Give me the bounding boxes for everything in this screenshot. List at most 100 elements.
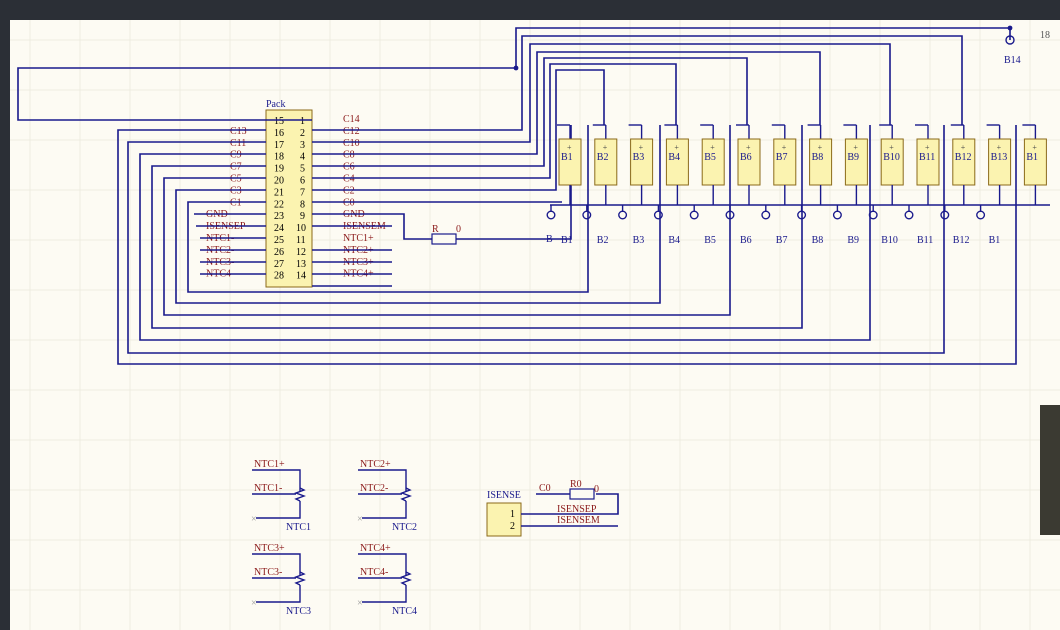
cell-plus-sign: + [889,143,894,152]
pack-net-left-1: C11 [230,138,246,149]
cell-label: B13 [991,152,1008,163]
cell-12[interactable]: +B12 [950,124,976,205]
pack-net-left-0: C13 [230,126,247,137]
cell-plus-sign: + [567,143,572,152]
b-node-label: B [546,234,553,245]
ntc-plus-label: NTC4+ [360,543,391,554]
cell-label: B10 [883,152,900,163]
ntc-minus-label: NTC4- [360,567,388,578]
pack-net-right-1: C12 [343,126,360,137]
pack-net-right-5: C4 [343,174,355,185]
cell-4[interactable]: +B4 [664,124,689,205]
cell-label: B9 [847,152,859,163]
terminal-label: B11 [917,235,933,246]
terminal-label: B1 [989,235,1001,246]
wires [17,25,1050,365]
ntc-noconnect-mark: × [357,598,363,609]
terminal-label: B5 [704,235,716,246]
pack-pin-24: 24 [274,223,284,234]
cell-1[interactable]: +B1 [557,124,582,205]
cell-7[interactable]: +B7 [771,124,797,205]
ntc-3[interactable]: NTC3+ NTC3- × NTC3 [251,543,311,617]
ntc-plus-label: NTC2+ [360,459,391,470]
cell-14[interactable]: +B1 [1022,124,1047,205]
resistor-r-value: 0 [456,224,461,235]
cell-5[interactable]: +B5 [700,124,725,205]
r0-value: 0 [594,484,599,495]
terminal-label: B4 [668,235,680,246]
pack-right-net-labels: C14C12C10C8C6C4C2C0GNDISENSEMNTC1+NTC2+N… [343,114,386,280]
pack-net-left-5: C3 [230,185,242,196]
ntc-noconnect-mark: × [251,598,257,609]
cell-label: B2 [597,152,609,163]
cell-label: B7 [776,152,788,163]
pack-pin-12: 12 [296,247,306,258]
schematic-sheet[interactable]: Pack 15 16 17 18 19 20 21 22 23 24 25 26 27 28 123456… [10,20,1060,630]
cell-6[interactable]: +B6 [736,124,761,205]
pack-pin-15: 15 [274,116,284,127]
cell-10[interactable]: +B10 [879,124,904,205]
ntc-2[interactable]: NTC2+ NTC2- × NTC2 [357,459,417,533]
r0-name: R0 [570,479,582,490]
pack-pin-25: 25 [274,235,284,246]
isense-pin1: 1 [510,509,515,520]
resistor-r[interactable]: R 0 [431,224,461,245]
cell-11[interactable]: +B11 [915,124,940,205]
b14-label: B14 [1004,55,1021,66]
cell-plus-sign: + [997,143,1002,152]
ntc-plus-label: NTC1+ [254,459,285,470]
pack-pin-10: 10 [296,223,306,234]
pack-pin-17: 17 [274,140,284,151]
pack-pin-19: 19 [274,164,284,175]
cell-13[interactable]: +B13 [986,124,1012,205]
pack-pin-1: 1 [300,116,305,127]
b14-terminal[interactable]: B14 18 [1004,30,1050,66]
pack-pin-26: 26 [274,247,284,258]
cell-plus-sign: + [818,143,823,152]
cell-label: B1 [561,152,573,163]
cell-plus-sign: + [853,143,858,152]
cell-plus-sign: + [674,143,679,152]
cell-9[interactable]: +B9 [843,124,868,205]
pack-net-right-3: C8 [343,150,355,161]
cell-label: B8 [812,152,824,163]
isense-m-label: ISENSEM [557,515,600,526]
ntc-thermistors: NTC1+ NTC1- × NTC1 NTC2+ NTC2- × NTC2 NTC3+ NTC3-… [251,459,417,617]
ntc-name: NTC2 [392,522,417,533]
cell-plus-sign: + [961,143,966,152]
pack-net-left-3: C7 [230,162,242,173]
pack-pin-22: 22 [274,199,284,210]
pack-net-right-4: C6 [343,162,355,173]
isense-c0-label: C0 [539,483,551,494]
cell-2[interactable]: +B2 [592,124,618,205]
pack-pin-21: 21 [274,187,284,198]
ntc-name: NTC4 [392,606,417,617]
cell-8[interactable]: +B8 [807,124,833,205]
corner-label: 18 [1040,30,1050,41]
pack-pin-23: 23 [274,211,284,222]
isense-title: ISENSE [487,490,521,501]
pack-pin-18: 18 [274,152,284,163]
pack-connector[interactable]: Pack 1516171819202122232425262728 123456… [206,99,386,288]
cell-label: B1 [1026,152,1038,163]
pack-pin-2: 2 [300,128,305,139]
isense-connector[interactable]: ISENSE 1 2 C0 R0 0 ISENSEP ISENSEM [486,479,619,537]
pack-pin-3: 3 [300,140,305,151]
pack-pin-13: 13 [296,259,306,270]
pack-pin-4: 4 [300,152,305,163]
cell-3[interactable]: +B3 [628,124,654,205]
pack-pin-6: 6 [300,176,305,187]
ntc-4[interactable]: NTC4+ NTC4- × NTC4 [357,543,417,617]
terminal-label: B12 [953,235,970,246]
cell-label: B4 [668,152,680,163]
ntc-minus-label: NTC1- [254,483,282,494]
resistor-r-name: R [432,224,439,235]
pack-pin-8: 8 [300,199,305,210]
schematic-canvas[interactable]: Pack 1516171819202122232425262728 123456… [10,20,1060,630]
isense-p-label: ISENSEP [557,504,597,515]
ntc-1[interactable]: NTC1+ NTC1- × NTC1 [251,459,311,533]
terminal-label: B1 [561,235,573,246]
pack-net-right-2: C10 [343,138,360,149]
cell-label: B11 [919,152,935,163]
isense-body [486,502,522,537]
